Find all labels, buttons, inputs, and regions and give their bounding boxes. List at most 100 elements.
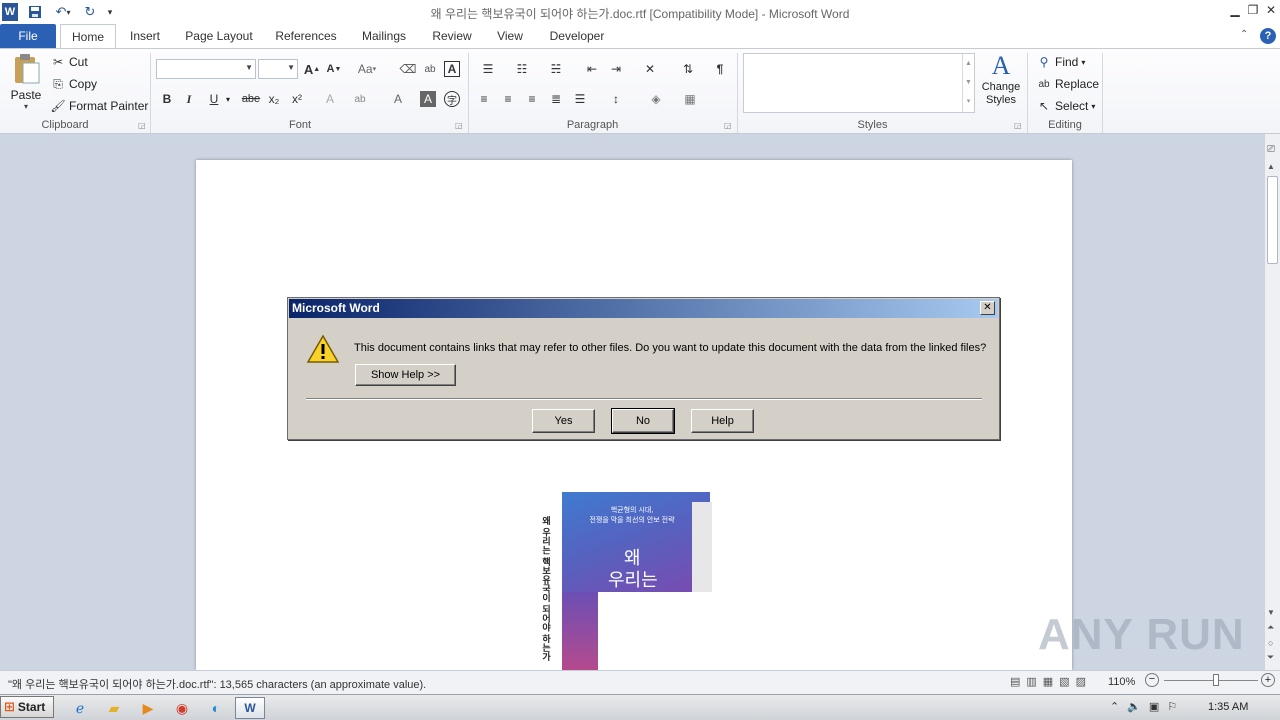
system-tray-icons[interactable]: ⌃🔈▣⚐ <box>1110 700 1185 713</box>
show-help-button[interactable]: Show Help >> <box>355 364 456 386</box>
font-launcher-icon[interactable]: ◲ <box>455 121 463 130</box>
font-name-combo[interactable]: ▼ <box>156 59 256 79</box>
styles-launcher-icon[interactable]: ◲ <box>1014 121 1022 130</box>
font-size-combo[interactable]: ▼ <box>258 59 298 79</box>
close-button[interactable]: ✕ <box>1262 2 1280 18</box>
restore-button[interactable]: ❐ <box>1244 2 1262 18</box>
align-center-icon[interactable]: ≡ <box>498 89 518 109</box>
change-case-button[interactable]: Aa ▾ <box>354 59 380 79</box>
tab-page-layout[interactable]: Page Layout <box>180 24 258 48</box>
paste-button[interactable]: Paste ▾ <box>6 53 46 113</box>
copy-button[interactable]: ⎘ Copy <box>50 75 97 93</box>
grow-font-button[interactable]: A ▲ <box>302 59 322 79</box>
next-page-icon[interactable]: ⏷ <box>1267 652 1274 663</box>
status-bar: "왜 우리는 핵보유국이 되어야 하는가.doc.rtf": 13,565 ch… <box>0 670 1280 694</box>
group-separator <box>1102 53 1103 133</box>
tab-file[interactable]: File <box>0 24 56 48</box>
help-icon[interactable]: ? <box>1260 28 1276 44</box>
select-button[interactable]: ↖ Select ▾ <box>1036 97 1095 115</box>
line-spacing-icon[interactable]: ↕ <box>604 89 628 109</box>
gallery-scroll[interactable]: ▲ ▼ ▾ <box>962 54 974 112</box>
yes-button[interactable]: Yes <box>532 409 595 433</box>
clipboard-launcher-icon[interactable]: ◲ <box>138 121 146 130</box>
zoom-slider-thumb[interactable] <box>1212 674 1219 686</box>
view-buttons[interactable]: ▤▥▦▧▨ <box>1010 675 1092 688</box>
underline-button[interactable]: U <box>204 89 224 109</box>
browse-object-icon[interactable]: ○ <box>1268 638 1273 648</box>
enclose-characters-icon[interactable]: 字 <box>444 91 460 107</box>
brush-icon: 🖌 <box>50 99 66 113</box>
sort-icon[interactable]: ⇅ <box>678 59 698 79</box>
shading-icon[interactable]: ◈ <box>644 89 668 109</box>
edge-icon[interactable]: ◐ <box>204 697 228 719</box>
word-taskbar-button[interactable]: W <box>235 697 265 719</box>
superscript-button[interactable]: x² <box>287 89 307 109</box>
phonetic-guide-icon[interactable]: ab <box>420 59 440 79</box>
subscript-button[interactable]: x₂ <box>264 89 284 109</box>
clear-formatting-icon[interactable]: ⌫ <box>398 59 418 79</box>
distributed-icon[interactable]: ☰ <box>570 89 590 109</box>
start-button[interactable]: ⊞ Start <box>0 696 54 718</box>
minimize-button[interactable]: ▁ <box>1226 2 1244 18</box>
bullets-icon[interactable]: ☰ <box>476 59 500 79</box>
internet-explorer-icon[interactable]: ℯ <box>68 697 92 719</box>
decrease-indent-icon[interactable]: ⇤ <box>582 59 602 79</box>
tab-home[interactable]: Home <box>60 24 116 49</box>
tab-references[interactable]: References <box>270 24 342 48</box>
scroll-down-icon[interactable]: ▼ <box>1267 608 1275 617</box>
format-painter-button[interactable]: 🖌 Format Painter <box>50 97 148 115</box>
align-left-icon[interactable]: ≡ <box>474 89 494 109</box>
scroll-up-icon[interactable]: ▲ <box>1267 162 1275 171</box>
font-color-icon[interactable]: A <box>388 89 408 109</box>
justify-icon[interactable]: ≣ <box>546 89 566 109</box>
taskbar: ⊞ Start ℯ ▰ ▶ ◉ ◐ W ⌃🔈▣⚐ 1:35 AM <box>0 694 1280 720</box>
increase-indent-icon[interactable]: ⇥ <box>606 59 626 79</box>
no-button[interactable]: No <box>611 408 675 434</box>
change-styles-icon: A <box>991 51 1011 80</box>
zoom-slider[interactable] <box>1164 680 1258 681</box>
numbering-icon[interactable]: ☷ <box>510 59 534 79</box>
file-explorer-icon[interactable]: ▰ <box>102 697 126 719</box>
zoom-level[interactable]: 110% <box>1108 676 1135 688</box>
character-border-icon[interactable]: A <box>444 61 460 77</box>
cut-label: Cut <box>69 55 88 69</box>
scroll-thumb[interactable] <box>1267 176 1278 264</box>
find-button[interactable]: ⚲ Find ▾ <box>1036 53 1086 71</box>
tab-review[interactable]: Review <box>426 24 478 48</box>
ruler-toggle-icon[interactable]: ⎚ <box>1267 144 1275 155</box>
cover-subtitle: 핵균형의 시대, 전쟁을 막을 최선의 안보 전략 <box>562 506 702 526</box>
previous-page-icon[interactable]: ⏶ <box>1267 622 1274 633</box>
dialog-close-button[interactable]: ✕ <box>980 301 995 315</box>
change-styles-button[interactable]: A Change Styles <box>980 51 1022 107</box>
bold-button[interactable]: B <box>157 89 177 109</box>
zoom-out-button[interactable]: − <box>1145 673 1159 687</box>
group-separator <box>737 53 738 133</box>
align-right-icon[interactable]: ≡ <box>522 89 542 109</box>
cover-line2: 전쟁을 막을 최선의 안보 전략 <box>589 517 675 524</box>
minimize-ribbon-icon[interactable]: ⌃ <box>1240 29 1248 40</box>
text-effects-icon[interactable]: A <box>320 89 340 109</box>
tab-developer[interactable]: Developer <box>542 24 612 48</box>
tab-insert[interactable]: Insert <box>122 24 168 48</box>
media-player-icon[interactable]: ▶ <box>136 697 160 719</box>
cut-button[interactable]: ✂ Cut <box>50 53 88 71</box>
italic-button[interactable]: I <box>179 89 199 109</box>
tab-view[interactable]: View <box>490 24 530 48</box>
chrome-icon[interactable]: ◉ <box>170 697 194 719</box>
replace-button[interactable]: ab Replace <box>1036 75 1099 93</box>
underline-dropdown-icon[interactable]: ▾ <box>226 95 230 104</box>
show-paragraph-marks-icon[interactable]: ¶ <box>710 59 730 79</box>
highlight-icon[interactable]: ab <box>350 89 370 109</box>
character-shading-icon[interactable]: A <box>420 91 436 107</box>
zoom-in-button[interactable]: + <box>1261 673 1275 687</box>
tab-mailings[interactable]: Mailings <box>354 24 414 48</box>
shrink-font-button[interactable]: A ▼ <box>324 59 344 79</box>
styles-gallery[interactable]: ▲ ▼ ▾ <box>743 53 975 113</box>
paragraph-launcher-icon[interactable]: ◲ <box>724 121 732 130</box>
borders-icon[interactable]: ▦ <box>678 89 702 109</box>
strikethrough-button[interactable]: abe <box>240 89 262 109</box>
vertical-scrollbar[interactable]: ⎚ ▲ ▼ ⏶ ○ ⏷ <box>1264 134 1280 670</box>
help-button[interactable]: Help <box>691 409 754 433</box>
asian-layout-icon[interactable]: ✕ <box>638 59 662 79</box>
multilevel-list-icon[interactable]: ☵ <box>544 59 568 79</box>
